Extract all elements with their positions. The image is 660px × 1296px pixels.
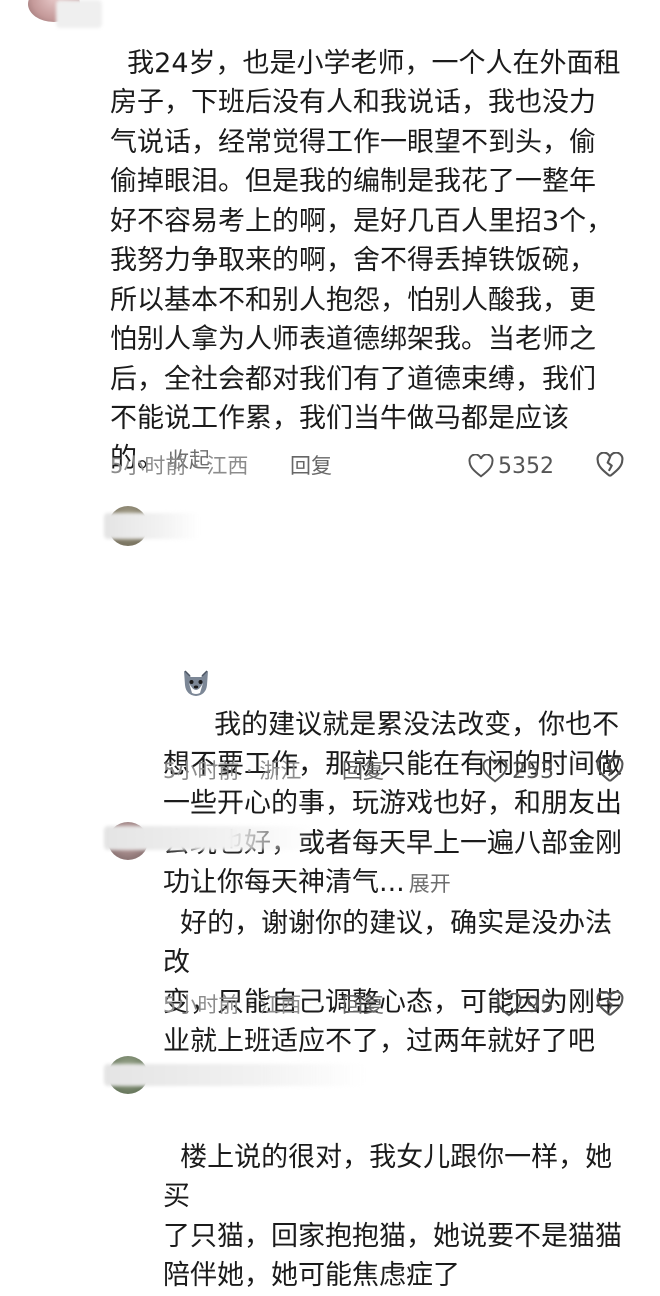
comment-text: 好的，谢谢你的建议，确实是没办法改 变，只能自己调整心态，可能因为刚毕 业就上班… bbox=[163, 864, 633, 1062]
username-blurred[interactable] bbox=[56, 0, 102, 28]
comment-meta: 5小时前 · 江西 bbox=[163, 993, 302, 1017]
broken-heart-icon[interactable] bbox=[596, 756, 624, 785]
like-count: 253 bbox=[512, 758, 554, 784]
comment-meta: 5小时前 · 浙江 bbox=[163, 759, 302, 783]
comment-text: 我的建议就是累没法改变，你也不 想不要工作，那就只能在有闲的时间做 一些开心的事… bbox=[163, 548, 633, 905]
broken-heart-icon[interactable] bbox=[596, 451, 624, 480]
dog-face-emoji-icon bbox=[180, 588, 212, 696]
like-button[interactable]: 253 bbox=[482, 756, 554, 786]
like-button[interactable]: 95 bbox=[496, 990, 554, 1020]
username-blurred[interactable] bbox=[104, 1064, 364, 1086]
heart-outline-icon bbox=[482, 759, 508, 783]
comment-text: 楼上说的很对，我女儿跟你一样，她买 了只猫，回家抱抱猫，她说要不是猫猫 陪伴她，… bbox=[163, 1098, 633, 1296]
like-count: 5352 bbox=[498, 453, 554, 479]
comment-body: 好的，谢谢你的建议，确实是没办法改 变，只能自己调整心态，可能因为刚毕 业就上班… bbox=[163, 907, 622, 1058]
comment-text: 我24岁，也是小学老师，一个人在外面租 房子，下班后没有人和我说话，我也没力 气… bbox=[110, 4, 630, 480]
like-count: 95 bbox=[526, 992, 554, 1018]
comment-body: 我24岁，也是小学老师，一个人在外面租 房子，下班后没有人和我说话，我也没力 气… bbox=[110, 47, 621, 474]
username-blurred[interactable] bbox=[104, 513, 200, 539]
heart-outline-icon bbox=[496, 993, 522, 1017]
heart-outline-icon bbox=[468, 454, 494, 478]
broken-heart-icon[interactable] bbox=[596, 990, 624, 1019]
username-blurred[interactable] bbox=[104, 826, 314, 850]
reply-button[interactable]: 回复 bbox=[342, 990, 384, 1020]
reply-button[interactable]: 回复 bbox=[290, 451, 332, 481]
like-button[interactable]: 5352 bbox=[468, 451, 554, 481]
comment-body: 楼上说的很对，我女儿跟你一样，她买 了只猫，回家抱抱猫，她说要不是猫猫 陪伴她，… bbox=[163, 1141, 622, 1292]
reply-button[interactable]: 回复 bbox=[342, 756, 384, 786]
comment-meta: 5小时前 · 江西 bbox=[110, 454, 249, 478]
